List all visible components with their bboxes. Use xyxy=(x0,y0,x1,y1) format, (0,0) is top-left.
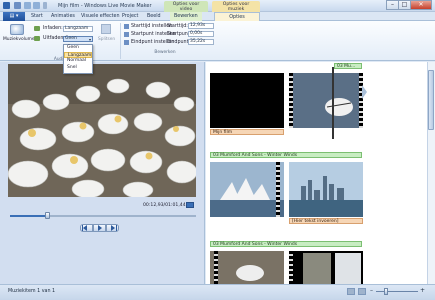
next-frame-icon xyxy=(111,225,117,231)
gannets-video-frame xyxy=(8,64,196,197)
tab-edit[interactable]: Bewerken xyxy=(170,12,202,21)
fullscreen-icon[interactable] xyxy=(186,202,194,208)
status-item-count: Muziekitem 1 van 1 xyxy=(8,289,56,294)
fade-out-icon xyxy=(34,36,40,41)
zoom-out-button[interactable]: – xyxy=(370,287,373,294)
chevron-right-icon xyxy=(362,85,367,99)
close-button[interactable]: ✕ xyxy=(410,0,432,10)
split-label[interactable]: Splitsen xyxy=(98,37,115,42)
fade-in-label: Infaden: xyxy=(43,26,63,31)
chevron-down-icon[interactable]: ▾ xyxy=(89,37,91,42)
caption-bar[interactable]: Mijn film xyxy=(210,129,284,135)
caption-bar[interactable]: [Hier tekst invoeren] xyxy=(289,218,363,224)
seek-progress xyxy=(10,215,48,217)
city-skyline-thumbnail xyxy=(289,162,363,217)
tab-view[interactable]: Beeld xyxy=(143,12,165,21)
file-menu-button[interactable]: ▤ ▾ xyxy=(3,12,25,21)
zoom-slider-track[interactable] xyxy=(376,291,418,292)
music-track-bar[interactable]: 03 Mumford And Sons - Winter Winds xyxy=(210,241,362,247)
music-track-bar[interactable]: 03 Mumford And Sons - Winter Winds xyxy=(210,152,362,158)
play-icon xyxy=(98,225,102,231)
thumbnail-size-icon[interactable] xyxy=(358,288,366,295)
group-edit-label: Bewerken xyxy=(154,50,176,55)
music-volume-label[interactable]: Muziekvolume xyxy=(3,37,35,42)
sea-thumbnail xyxy=(289,73,363,128)
film-strip xyxy=(289,73,293,128)
redo-icon[interactable] xyxy=(33,2,40,9)
timecode: 00:12,93/01:01,44 xyxy=(143,203,186,208)
end-point-icon xyxy=(124,40,129,45)
end-point-field-label: Eindpunt: xyxy=(167,40,191,45)
ribbon-separator xyxy=(120,23,121,59)
video-clip-mixed[interactable] xyxy=(289,251,363,284)
video-clip-birds[interactable] xyxy=(210,251,284,284)
opera-house-thumbnail xyxy=(210,162,284,217)
playhead[interactable] xyxy=(332,67,334,139)
start-point-icon xyxy=(124,32,129,37)
birds-thumbnail xyxy=(210,251,284,284)
start-point-input[interactable]: 0,00s xyxy=(188,31,214,37)
start-time-field-label: Starttijd: xyxy=(167,24,188,29)
video-clip-opera[interactable] xyxy=(210,162,284,217)
video-preview xyxy=(8,64,196,197)
music-volume-icon[interactable] xyxy=(10,24,24,35)
fade-out-label: Uitfaden: xyxy=(43,36,66,41)
tab-visual-effects[interactable]: Visuele effecten xyxy=(77,12,124,21)
video-clip-black[interactable] xyxy=(210,73,284,128)
next-frame-button[interactable] xyxy=(106,224,119,232)
video-clip-skyline[interactable] xyxy=(289,162,363,217)
film-strip xyxy=(289,251,293,284)
previous-frame-button[interactable] xyxy=(80,224,93,232)
zoom-in-button[interactable]: + xyxy=(420,287,425,294)
storyboard-view-icon[interactable] xyxy=(347,288,355,295)
tab-start[interactable]: Start xyxy=(27,12,47,21)
end-point-input[interactable]: 35,22s xyxy=(188,39,214,45)
video-clip-sea[interactable] xyxy=(289,73,363,128)
film-strip xyxy=(359,73,363,128)
fade-in-select[interactable]: Langzaam xyxy=(63,26,93,32)
film-strip xyxy=(276,162,280,217)
film-strip xyxy=(214,251,218,284)
split-icon[interactable] xyxy=(101,24,111,34)
quick-access-dropdown-icon[interactable] xyxy=(43,2,47,9)
seek-thumb[interactable] xyxy=(45,212,50,219)
context-tab-video: Opties voor video xyxy=(164,1,208,12)
tab-project[interactable]: Project xyxy=(118,12,142,21)
save-icon[interactable] xyxy=(14,2,21,9)
mixed-thumbnail xyxy=(289,251,363,284)
undo-icon[interactable] xyxy=(24,2,31,9)
fade-dropdown-menu: Geen Langzaam Normaal Snel xyxy=(63,44,93,74)
scrollbar-thumb[interactable] xyxy=(428,70,434,130)
context-tab-music: Opties voor muziek xyxy=(212,1,260,12)
app-icon xyxy=(3,2,10,9)
zoom-slider-thumb[interactable] xyxy=(384,288,388,295)
tab-animations[interactable]: Animaties xyxy=(47,12,79,21)
previous-frame-icon xyxy=(82,225,87,231)
window-title: Mijn film - Windows Live Movie Maker xyxy=(58,3,152,9)
play-button[interactable] xyxy=(93,224,106,232)
tab-options[interactable]: Opties xyxy=(214,12,260,21)
fade-in-icon xyxy=(34,26,40,31)
dropdown-option-fast[interactable]: Snel xyxy=(64,65,92,72)
start-time-icon xyxy=(124,24,129,29)
music-track-bar[interactable]: 03 Mu... xyxy=(334,63,362,69)
start-time-input[interactable]: 12,93s xyxy=(188,23,214,29)
